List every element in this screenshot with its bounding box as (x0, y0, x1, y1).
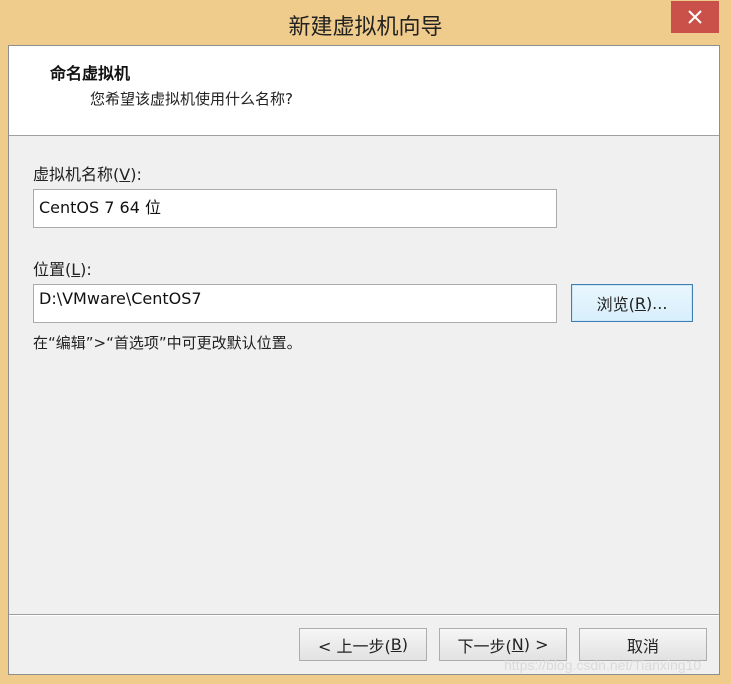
close-button[interactable] (671, 1, 719, 33)
watermark: https://blog.csdn.net/Tianxing10 (504, 657, 702, 673)
browse-label: 浏览( (596, 295, 635, 314)
location-label-text: 位置( (33, 260, 72, 279)
back-label-end: ) (401, 635, 408, 654)
title-bar: 新建虚拟机向导 (0, 0, 731, 45)
vm-name-label: 虚拟机名称(V): (33, 161, 142, 185)
next-mnemonic: N (511, 635, 524, 654)
next-label: 下一步( (457, 636, 512, 656)
footer-divider (9, 614, 719, 616)
dialog-client: 命名虚拟机 您希望该虚拟机使用什么名称? 虚拟机名称(V): CentOS 7 … (8, 45, 720, 675)
vm-name-label-end: ): (130, 165, 142, 184)
location-input[interactable]: D:\VMware\CentOS7 (33, 284, 557, 323)
close-icon (688, 10, 702, 24)
page-subtitle: 您希望该虚拟机使用什么名称? (90, 90, 293, 108)
dialog-window: 新建虚拟机向导 命名虚拟机 您希望该虚拟机使用什么名称? 虚拟机名称(V): C… (0, 0, 731, 684)
browse-mnemonic: R (634, 293, 646, 313)
location-mnemonic: L (71, 260, 81, 279)
browse-button[interactable]: 浏览(R)... (571, 284, 693, 322)
browse-label-end: )... (645, 293, 668, 313)
vm-name-label-text: 虚拟机名称( (33, 165, 120, 184)
location-hint: 在“编辑”>“首选项”中可更改默认位置。 (33, 334, 302, 352)
page-title: 命名虚拟机 (50, 64, 131, 83)
window-title: 新建虚拟机向导 (288, 15, 443, 40)
wizard-header: 命名虚拟机 您希望该虚拟机使用什么名称? (9, 46, 719, 136)
location-label-end: ): (80, 260, 92, 279)
vm-name-input[interactable]: CentOS 7 64 位 (33, 189, 557, 228)
next-label-end: ) > (523, 635, 549, 654)
back-mnemonic: B (390, 635, 402, 654)
back-label: < 上一步( (318, 636, 391, 656)
vm-name-mnemonic: V (119, 165, 131, 184)
location-label: 位置(L): (33, 256, 92, 280)
back-button[interactable]: < 上一步(B) (299, 628, 427, 661)
